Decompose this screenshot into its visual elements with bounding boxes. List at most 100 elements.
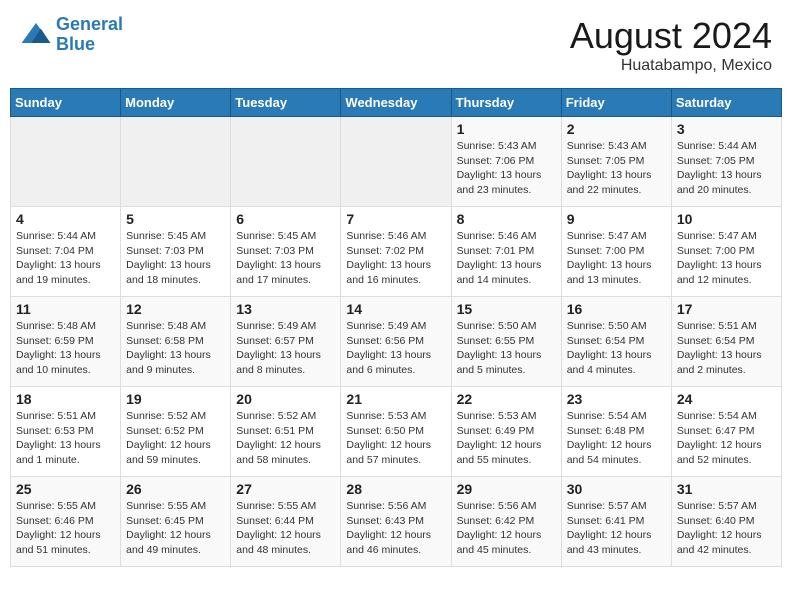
day-number: 31	[677, 481, 776, 497]
day-number: 13	[236, 301, 335, 317]
day-info: Sunrise: 5:55 AM Sunset: 6:44 PM Dayligh…	[236, 499, 335, 558]
day-info: Sunrise: 5:55 AM Sunset: 6:46 PM Dayligh…	[16, 499, 115, 558]
day-info: Sunrise: 5:47 AM Sunset: 7:00 PM Dayligh…	[677, 229, 776, 288]
calendar-cell: 12 Sunrise: 5:48 AM Sunset: 6:58 PM Dayli…	[121, 297, 231, 387]
weekday-header-wednesday: Wednesday	[341, 89, 451, 117]
calendar-cell: 28 Sunrise: 5:56 AM Sunset: 6:43 PM Dayli…	[341, 477, 451, 567]
logo-icon	[20, 19, 52, 51]
subtitle: Huatabampo, Mexico	[570, 57, 772, 75]
calendar-table: SundayMondayTuesdayWednesdayThursdayFrid…	[10, 88, 782, 567]
weekday-header-monday: Monday	[121, 89, 231, 117]
day-number: 29	[457, 481, 556, 497]
weekday-header-sunday: Sunday	[11, 89, 121, 117]
calendar-cell: 11Sunrise: 5:48 AM Sunset: 6:59 PM Dayli…	[11, 297, 121, 387]
day-info: Sunrise: 5:44 AM Sunset: 7:05 PM Dayligh…	[677, 139, 776, 198]
day-number: 10	[677, 211, 776, 227]
day-number: 12	[126, 301, 225, 317]
day-info: Sunrise: 5:49 AM Sunset: 6:57 PM Dayligh…	[236, 319, 335, 378]
weekday-header-saturday: Saturday	[671, 89, 781, 117]
calendar-week-4: 18 Sunrise: 5:51 AM Sunset: 6:53 PM Dayli…	[11, 387, 782, 477]
day-number: 26	[126, 481, 225, 497]
day-info: Sunrise: 5:48 AM Sunset: 6:58 PM Dayligh…	[126, 319, 225, 378]
calendar-cell: 6 Sunrise: 5:45 AM Sunset: 7:03 PM Daylig…	[231, 207, 341, 297]
calendar-cell: 1 Sunrise: 5:43 AM Sunset: 7:06 PM Daylig…	[451, 117, 561, 207]
day-info: Sunrise: 5:52 AM Sunset: 6:51 PM Dayligh…	[236, 409, 335, 468]
weekday-header-thursday: Thursday	[451, 89, 561, 117]
day-info: Sunrise: 5:51 AM Sunset: 6:53 PM Dayligh…	[16, 409, 115, 468]
day-info: Sunrise: 5:46 AM Sunset: 7:01 PM Dayligh…	[457, 229, 556, 288]
day-number: 3	[677, 121, 776, 137]
calendar-cell: 22Sunrise: 5:53 AM Sunset: 6:49 PM Dayli…	[451, 387, 561, 477]
day-number: 9	[567, 211, 666, 227]
day-info: Sunrise: 5:43 AM Sunset: 7:05 PM Dayligh…	[567, 139, 666, 198]
calendar-cell: 31 Sunrise: 5:57 AM Sunset: 6:40 PM Dayli…	[671, 477, 781, 567]
day-number: 15	[457, 301, 556, 317]
calendar-cell: 24Sunrise: 5:54 AM Sunset: 6:47 PM Dayli…	[671, 387, 781, 477]
weekday-header-tuesday: Tuesday	[231, 89, 341, 117]
day-number: 14	[346, 301, 445, 317]
day-info: Sunrise: 5:43 AM Sunset: 7:06 PM Dayligh…	[457, 139, 556, 198]
day-info: Sunrise: 5:56 AM Sunset: 6:43 PM Dayligh…	[346, 499, 445, 558]
calendar-cell: 30 Sunrise: 5:57 AM Sunset: 6:41 PM Dayli…	[561, 477, 671, 567]
day-number: 30	[567, 481, 666, 497]
day-info: Sunrise: 5:57 AM Sunset: 6:40 PM Dayligh…	[677, 499, 776, 558]
weekday-header-friday: Friday	[561, 89, 671, 117]
calendar-cell: 17 Sunrise: 5:51 AM Sunset: 6:54 PM Dayli…	[671, 297, 781, 387]
day-number: 20	[236, 391, 335, 407]
calendar-cell: 13 Sunrise: 5:49 AM Sunset: 6:57 PM Dayli…	[231, 297, 341, 387]
calendar-cell	[341, 117, 451, 207]
calendar-cell: 10 Sunrise: 5:47 AM Sunset: 7:00 PM Dayli…	[671, 207, 781, 297]
day-info: Sunrise: 5:55 AM Sunset: 6:45 PM Dayligh…	[126, 499, 225, 558]
calendar-cell: 8 Sunrise: 5:46 AM Sunset: 7:01 PM Daylig…	[451, 207, 561, 297]
logo-text: General Blue	[56, 15, 123, 55]
day-number: 19	[126, 391, 225, 407]
calendar-cell: 27 Sunrise: 5:55 AM Sunset: 6:44 PM Dayli…	[231, 477, 341, 567]
calendar-cell: 23 Sunrise: 5:54 AM Sunset: 6:48 PM Dayli…	[561, 387, 671, 477]
calendar-cell: 5 Sunrise: 5:45 AM Sunset: 7:03 PM Daylig…	[121, 207, 231, 297]
day-number: 17	[677, 301, 776, 317]
day-number: 1	[457, 121, 556, 137]
day-number: 23	[567, 391, 666, 407]
day-number: 5	[126, 211, 225, 227]
day-info: Sunrise: 5:48 AM Sunset: 6:59 PM Dayligh…	[16, 319, 115, 378]
day-number: 18	[16, 391, 115, 407]
calendar-cell: 26 Sunrise: 5:55 AM Sunset: 6:45 PM Dayli…	[121, 477, 231, 567]
day-number: 28	[346, 481, 445, 497]
day-number: 2	[567, 121, 666, 137]
calendar-cell: 25Sunrise: 5:55 AM Sunset: 6:46 PM Dayli…	[11, 477, 121, 567]
day-info: Sunrise: 5:49 AM Sunset: 6:56 PM Dayligh…	[346, 319, 445, 378]
calendar-cell	[121, 117, 231, 207]
day-number: 8	[457, 211, 556, 227]
day-info: Sunrise: 5:44 AM Sunset: 7:04 PM Dayligh…	[16, 229, 115, 288]
calendar-cell: 21Sunrise: 5:53 AM Sunset: 6:50 PM Dayli…	[341, 387, 451, 477]
calendar-header: SundayMondayTuesdayWednesdayThursdayFrid…	[11, 89, 782, 117]
calendar-cell: 15 Sunrise: 5:50 AM Sunset: 6:55 PM Dayli…	[451, 297, 561, 387]
day-info: Sunrise: 5:45 AM Sunset: 7:03 PM Dayligh…	[126, 229, 225, 288]
logo: General Blue	[20, 15, 123, 55]
day-number: 6	[236, 211, 335, 227]
calendar-cell: 4 Sunrise: 5:44 AM Sunset: 7:04 PM Daylig…	[11, 207, 121, 297]
calendar-cell: 18 Sunrise: 5:51 AM Sunset: 6:53 PM Dayli…	[11, 387, 121, 477]
day-info: Sunrise: 5:54 AM Sunset: 6:48 PM Dayligh…	[567, 409, 666, 468]
main-title: August 2024	[570, 15, 772, 57]
calendar-cell: 29Sunrise: 5:56 AM Sunset: 6:42 PM Dayli…	[451, 477, 561, 567]
day-info: Sunrise: 5:46 AM Sunset: 7:02 PM Dayligh…	[346, 229, 445, 288]
day-info: Sunrise: 5:54 AM Sunset: 6:47 PM Dayligh…	[677, 409, 776, 468]
calendar-week-3: 11Sunrise: 5:48 AM Sunset: 6:59 PM Dayli…	[11, 297, 782, 387]
day-number: 27	[236, 481, 335, 497]
day-number: 21	[346, 391, 445, 407]
day-info: Sunrise: 5:47 AM Sunset: 7:00 PM Dayligh…	[567, 229, 666, 288]
day-number: 16	[567, 301, 666, 317]
calendar-cell	[231, 117, 341, 207]
day-number: 4	[16, 211, 115, 227]
day-number: 22	[457, 391, 556, 407]
day-info: Sunrise: 5:50 AM Sunset: 6:54 PM Dayligh…	[567, 319, 666, 378]
day-info: Sunrise: 5:51 AM Sunset: 6:54 PM Dayligh…	[677, 319, 776, 378]
calendar-cell: 3 Sunrise: 5:44 AM Sunset: 7:05 PM Daylig…	[671, 117, 781, 207]
day-info: Sunrise: 5:52 AM Sunset: 6:52 PM Dayligh…	[126, 409, 225, 468]
title-block: August 2024 Huatabampo, Mexico	[570, 15, 772, 75]
day-info: Sunrise: 5:45 AM Sunset: 7:03 PM Dayligh…	[236, 229, 335, 288]
day-info: Sunrise: 5:50 AM Sunset: 6:55 PM Dayligh…	[457, 319, 556, 378]
day-info: Sunrise: 5:57 AM Sunset: 6:41 PM Dayligh…	[567, 499, 666, 558]
page-header: General Blue August 2024 Huatabampo, Mex…	[10, 10, 782, 80]
